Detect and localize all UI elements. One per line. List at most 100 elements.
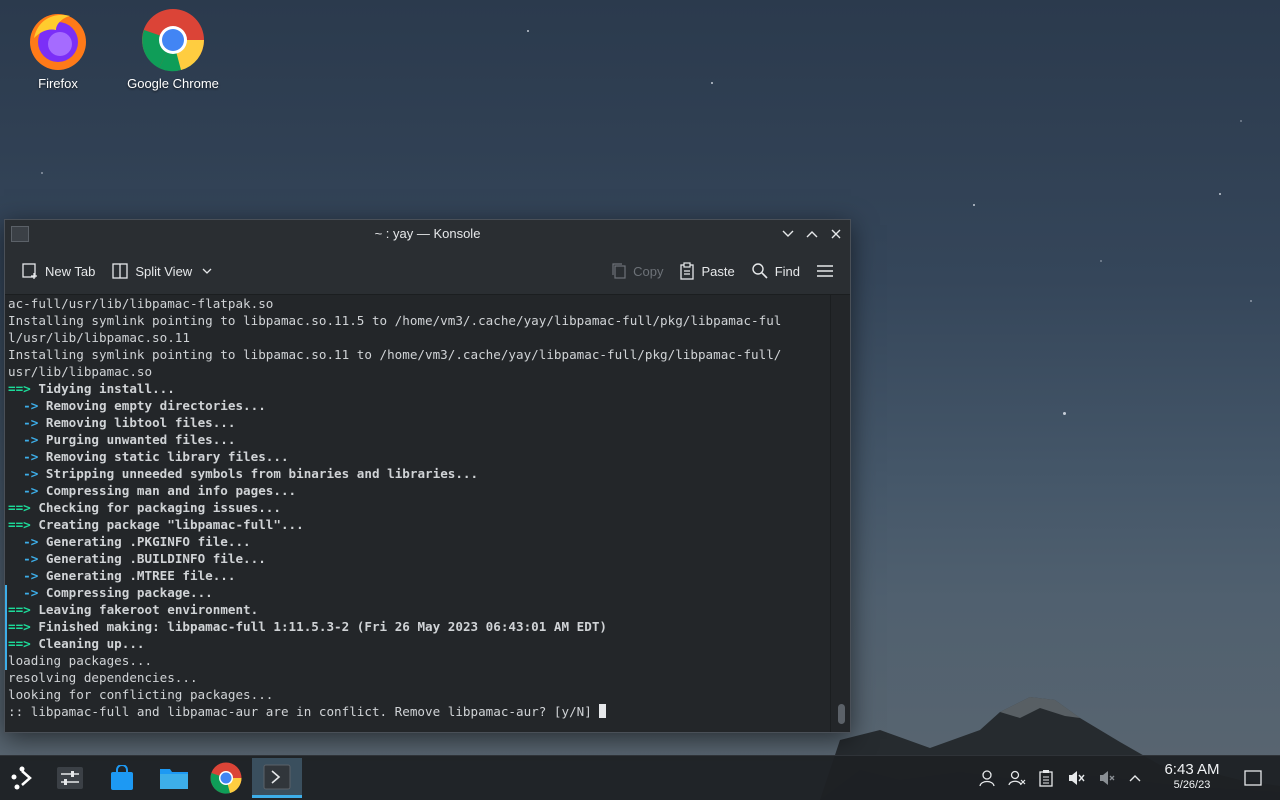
tray-expand-button[interactable] — [1122, 756, 1148, 800]
search-icon — [752, 263, 768, 279]
taskbar-discover[interactable] — [100, 758, 144, 798]
terminal-scrollbar[interactable] — [830, 295, 850, 732]
terminal-line: -> Generating .BUILDINFO file... — [8, 550, 831, 567]
terminal-line-text: :: libpamac-full and libpamac-aur are in… — [8, 704, 600, 719]
desktop-icon-chrome[interactable]: Google Chrome — [118, 8, 228, 91]
prompt-arrow: ==> — [8, 517, 39, 532]
terminal-line: -> Compressing man and info pages... — [8, 482, 831, 499]
terminal-line-text: Compressing man and info pages... — [45, 483, 297, 498]
sub-arrow: -> — [8, 466, 46, 481]
terminal-line: -> Generating .PKGINFO file... — [8, 533, 831, 550]
firefox-icon — [26, 8, 90, 72]
copy-label: Copy — [633, 263, 664, 279]
terminal-line-text: Compressing package... — [45, 585, 213, 600]
terminal-line: ==> Tidying install... — [8, 380, 831, 397]
volume-muted-icon — [1069, 771, 1085, 785]
taskbar: 6:43 AM 5/26/23 — [0, 755, 1280, 800]
sub-arrow: -> — [8, 568, 46, 583]
terminal-line: -> Removing libtool files... — [8, 414, 831, 431]
terminal-line: looking for conflicting packages... — [8, 687, 274, 702]
sub-arrow: -> — [8, 585, 46, 600]
terminal-line: ==> Finished making: libpamac-full 1:11.… — [8, 618, 831, 635]
minimize-button[interactable] — [778, 224, 798, 244]
terminal-line: ==> Cleaning up... — [8, 635, 831, 652]
new-tab-button[interactable]: New Tab — [13, 256, 103, 286]
paste-icon — [680, 262, 695, 280]
window-title: ~ : yay — Konsole — [374, 226, 481, 241]
application-launcher-button[interactable] — [0, 758, 44, 798]
close-icon — [831, 229, 841, 239]
terminal-line: ==> Creating package "libpamac-full"... — [8, 516, 831, 533]
find-label: Find — [774, 263, 800, 279]
copy-button[interactable]: Copy — [603, 256, 671, 286]
sub-arrow: -> — [8, 398, 46, 413]
split-view-button[interactable]: Split View — [103, 256, 220, 286]
tray-volume-icon[interactable] — [1063, 756, 1089, 800]
terminal-output[interactable]: ac-full/usr/lib/libpamac-flatpak.so Inst… — [5, 295, 831, 732]
terminal-line: Installing symlink pointing to libpamac.… — [8, 347, 782, 362]
prompt-arrow: ==> — [8, 500, 39, 515]
tray-network-icon[interactable] — [1004, 756, 1030, 800]
terminal-line-text: Creating package "libpamac-full"... — [38, 517, 304, 532]
close-button[interactable] — [826, 224, 846, 244]
terminal-line: -> Purging unwanted files... — [8, 431, 831, 448]
terminal-line: resolving dependencies... — [8, 670, 198, 685]
window-titlebar[interactable]: ~ : yay — Konsole — [5, 220, 850, 248]
clock-date: 5/26/23 — [1173, 779, 1211, 791]
chevron-down-icon — [782, 230, 794, 237]
terminal-line-text: Removing libtool files... — [45, 415, 236, 430]
chrome-icon — [210, 762, 242, 794]
terminal-cursor — [599, 704, 607, 718]
terminal-line-text: Generating .MTREE file... — [45, 568, 236, 583]
terminal-line: Installing symlink pointing to libpamac.… — [8, 313, 782, 328]
taskbar-system-settings[interactable] — [48, 758, 92, 798]
terminal-line-text: Tidying install... — [38, 381, 175, 396]
prompt-arrow: ==> — [8, 636, 39, 651]
settings-sliders-icon — [57, 767, 83, 789]
maximize-button[interactable] — [802, 224, 822, 244]
find-button[interactable]: Find — [743, 256, 808, 286]
copy-icon — [612, 263, 626, 279]
split-view-icon — [112, 263, 128, 279]
scrollback-marker — [5, 585, 7, 670]
prompt-arrow: ==> — [8, 602, 39, 617]
tray-microphone-icon[interactable] — [1094, 756, 1120, 800]
terminal-line: usr/lib/libpamac.so — [8, 364, 153, 379]
hamburger-menu-button[interactable] — [808, 256, 842, 286]
tray-user-icon[interactable] — [974, 756, 1000, 800]
terminal-line-text: Removing static library files... — [45, 449, 289, 464]
terminal-line: ==> Leaving fakeroot environment. — [8, 601, 831, 618]
clipboard-icon — [1039, 770, 1053, 787]
desktop-icon-firefox[interactable]: Firefox — [3, 8, 113, 91]
network-user-icon — [1008, 770, 1026, 786]
chevron-up-icon — [806, 231, 818, 238]
terminal-line-text: Purging unwanted files... — [45, 432, 236, 447]
desktop-icon-label: Firefox — [38, 76, 78, 91]
konsole-icon — [263, 764, 291, 789]
sub-arrow: -> — [8, 551, 46, 566]
show-desktop-button[interactable] — [1240, 756, 1266, 800]
tray-clipboard-icon[interactable] — [1033, 756, 1059, 800]
taskbar-konsole[interactable] — [252, 758, 302, 798]
terminal-line: ==> Checking for packaging issues... — [8, 499, 831, 516]
terminal-line: -> Stripping unneeded symbols from binar… — [8, 465, 831, 482]
taskbar-clock[interactable]: 6:43 AM 5/26/23 — [1156, 761, 1228, 791]
terminal-line-text: Generating .BUILDINFO file... — [45, 551, 266, 566]
scrollbar-thumb[interactable] — [838, 704, 845, 724]
terminal-line: ac-full/usr/lib/libpamac-flatpak.so — [8, 296, 274, 311]
clock-time: 6:43 AM — [1164, 761, 1220, 778]
user-icon — [979, 770, 995, 787]
taskbar-chrome[interactable] — [204, 758, 248, 798]
sub-arrow: -> — [8, 483, 46, 498]
terminal-line: -> Removing empty directories... — [8, 397, 831, 414]
desktop-icon-label: Google Chrome — [127, 76, 219, 91]
prompt-arrow: ==> — [8, 381, 39, 396]
paste-button[interactable]: Paste — [671, 256, 742, 286]
terminal-line-text: Cleaning up... — [38, 636, 145, 651]
chrome-icon — [141, 8, 205, 72]
chevron-down-icon — [202, 268, 212, 274]
split-view-label: Split View — [135, 263, 193, 279]
taskbar-dolphin[interactable] — [152, 758, 196, 798]
sub-arrow: -> — [8, 534, 46, 549]
discover-store-icon — [111, 765, 133, 790]
